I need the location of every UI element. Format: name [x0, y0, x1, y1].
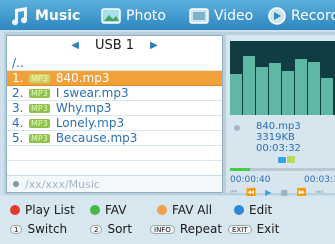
tab-label: Photo	[126, 8, 166, 24]
spectrum-bar	[243, 56, 256, 115]
file-name: Lonely.mp3	[55, 116, 125, 130]
spectrum-bar	[256, 67, 269, 115]
mp3-badge-icon: MP3	[29, 103, 50, 113]
info-key-icon: INFO	[150, 224, 175, 234]
spectrum-bar	[269, 63, 282, 115]
info-dot-icon	[234, 125, 240, 131]
help-edit: Edit	[234, 203, 272, 217]
file-row[interactable]: 2. MP3 I swear.mp3	[7, 86, 222, 101]
video-icon	[189, 8, 209, 24]
tab-label: Video	[214, 8, 254, 24]
arrow-left-icon[interactable]: ◀	[71, 40, 79, 51]
help-sort: 2 Sort	[90, 222, 132, 236]
tab-video[interactable]: Video	[189, 6, 253, 26]
media-tab-bar: Music Photo Video Record	[0, 0, 335, 30]
help-label: Repeat	[179, 222, 223, 236]
tab-label: Record	[291, 8, 335, 24]
yellow-key-icon	[157, 205, 167, 215]
help-label: Sort	[107, 222, 133, 236]
help-fav: FAV	[90, 203, 126, 217]
blue-key-icon	[234, 205, 244, 215]
photo-icon	[101, 8, 121, 24]
playback-progress[interactable]	[230, 168, 335, 171]
spectrum-bar	[321, 78, 334, 115]
parent-dir-label: /..	[12, 56, 24, 70]
help-label: Exit	[256, 222, 280, 236]
file-name: I swear.mp3	[55, 86, 129, 100]
parent-directory[interactable]: /..	[7, 56, 222, 71]
help-playlist: Play List	[10, 203, 75, 217]
tab-photo[interactable]: Photo	[101, 6, 166, 26]
spectrum-bar	[308, 62, 321, 115]
help-label: FAV	[105, 203, 127, 217]
folder-icon	[287, 156, 295, 163]
device-selector[interactable]: ◀ USB 1 ▶	[7, 36, 222, 55]
progress-fill	[230, 168, 250, 171]
info-size: 3319KB	[256, 132, 295, 143]
screen-icon	[278, 157, 286, 163]
file-index: 4.	[12, 116, 24, 130]
file-row[interactable]: 5. MP3 Because.mp3	[7, 131, 222, 146]
tab-music[interactable]: Music	[8, 6, 80, 26]
empty-row	[7, 146, 222, 161]
file-index: 2.	[12, 86, 24, 100]
spectrum-bar	[230, 74, 243, 115]
time-current: 00:00:40	[230, 175, 271, 185]
help-label: FAV All	[172, 203, 213, 217]
arrow-right-icon[interactable]: ▶	[150, 40, 158, 51]
record-icon	[268, 7, 286, 25]
file-index: 1.	[12, 71, 24, 85]
music-note-icon	[12, 7, 28, 26]
key-2-icon: 2	[90, 224, 103, 234]
red-key-icon	[10, 205, 20, 215]
file-list: /.. 1. MP3 840.mp3 2. MP3 I swear.mp3 3.…	[7, 56, 222, 176]
help-switch: 1 Switch	[10, 222, 67, 236]
file-row[interactable]: 1. MP3 840.mp3	[7, 71, 222, 86]
spectrum-bar	[295, 59, 308, 115]
file-info: 840.mp3 3319KB 00:03:32	[256, 121, 301, 154]
file-name: Why.mp3	[55, 101, 112, 115]
help-exit: EXIT Exit	[228, 222, 279, 236]
current-path: /xx/xxx/Music	[25, 177, 100, 191]
help-label: Edit	[249, 203, 273, 217]
tab-record[interactable]: Record	[268, 6, 335, 26]
info-panel: 840.mp3 3319KB 00:03:32 00:00:40 00:03:3…	[226, 35, 335, 197]
file-index: 3.	[12, 101, 24, 115]
help-bar: Play List FAV FAV All Edit 1 Switch 2 So…	[0, 196, 335, 244]
file-row[interactable]: 4. MP3 Lonely.mp3	[7, 116, 222, 131]
key-1-icon: 1	[10, 224, 23, 234]
path-bar: /xx/xxx/Music	[7, 175, 222, 192]
file-name: Because.mp3	[55, 131, 138, 145]
spectrum-visualizer	[230, 41, 335, 115]
tab-label: Music	[35, 8, 81, 24]
exit-key-icon: EXIT	[228, 224, 252, 234]
help-fav-all: FAV All	[157, 203, 212, 217]
file-index: 5.	[12, 131, 24, 145]
spectrum-bar	[282, 71, 295, 115]
green-key-icon	[90, 205, 100, 215]
mp3-badge-icon: MP3	[29, 118, 50, 128]
file-name: 840.mp3	[55, 71, 110, 85]
help-label: Play List	[25, 203, 75, 217]
info-filename: 840.mp3	[256, 121, 301, 132]
help-label: Switch	[27, 222, 68, 236]
empty-row	[7, 161, 222, 176]
mp3-badge-icon: MP3	[29, 133, 50, 143]
file-browser: ◀ USB 1 ▶ /.. 1. MP3 840.mp3 2. MP3 I sw…	[6, 35, 223, 193]
folder-dot-icon	[13, 181, 19, 187]
mp3-badge-icon: MP3	[29, 73, 50, 83]
info-duration: 00:03:32	[256, 143, 301, 154]
help-repeat: INFO Repeat	[150, 222, 222, 236]
device-label: USB 1	[94, 38, 135, 53]
file-row[interactable]: 3. MP3 Why.mp3	[7, 101, 222, 116]
mp3-badge-icon: MP3	[29, 88, 50, 98]
time-total: 00:03:32	[304, 175, 335, 185]
